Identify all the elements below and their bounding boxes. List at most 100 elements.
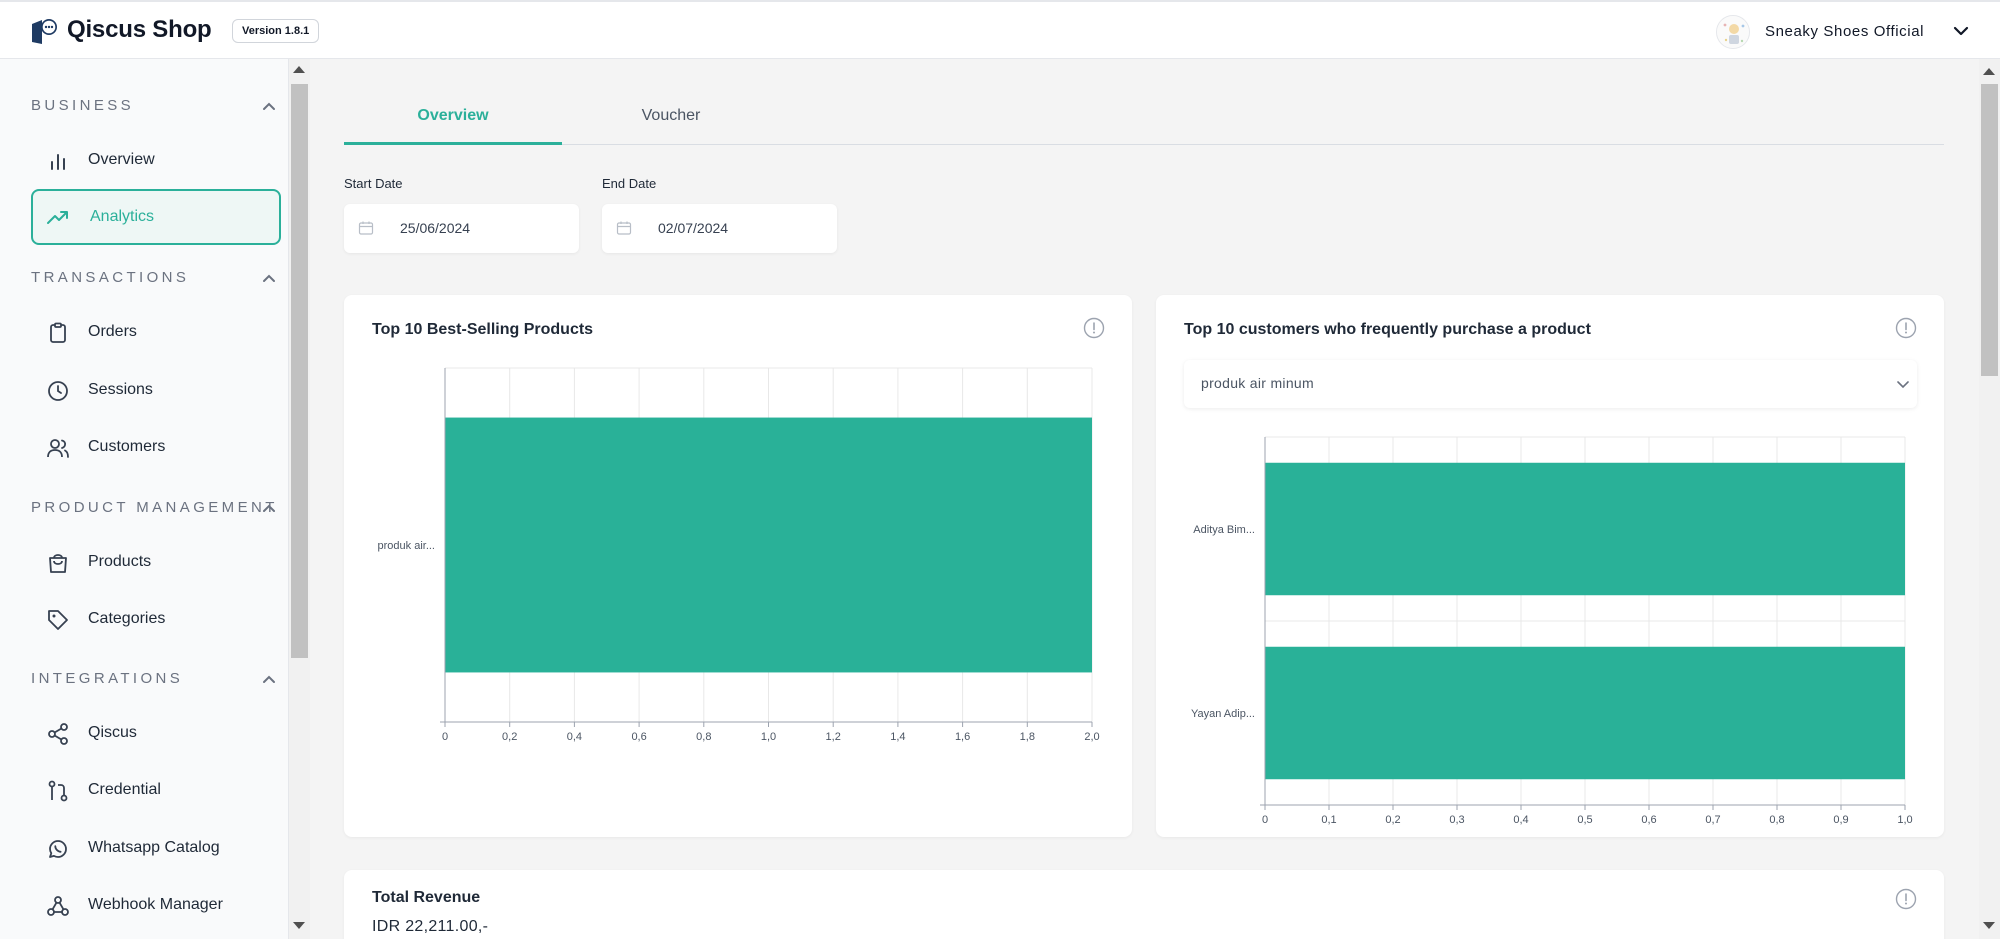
info-icon[interactable] — [1895, 888, 1917, 910]
x-tick-label: 0,4 — [567, 731, 582, 743]
sidebar-item-label: Products — [88, 553, 152, 570]
x-tick-label: 0,2 — [1385, 814, 1400, 826]
tab-overview[interactable]: Overview — [344, 93, 562, 145]
x-tick-label: 1,0 — [1897, 814, 1912, 826]
card-title: Total Revenue — [372, 889, 481, 906]
sidebar-item-label: Analytics — [90, 208, 155, 225]
section-title-product-management: PRODUCT MANAGEMENT — [31, 499, 278, 516]
sidebar-item-sessions[interactable]: Sessions — [31, 362, 281, 418]
x-tick-label: 2,0 — [1084, 731, 1099, 743]
share-icon — [48, 723, 68, 745]
sidebar-item-webhook-manager[interactable]: Webhook Manager — [31, 877, 281, 933]
clipboard-icon — [50, 322, 66, 343]
scrollbar-thumb[interactable] — [291, 84, 308, 658]
end-date-field[interactable]: 02/07/2024 — [602, 204, 837, 253]
tab-bar: Overview Voucher — [344, 93, 1944, 145]
x-tick-label: 1,2 — [826, 731, 841, 743]
sidebar-item-qiscus[interactable]: Qiscus — [31, 705, 281, 761]
sidebar-item-overview[interactable]: Overview — [31, 132, 281, 188]
x-tick-label: 0,5 — [1577, 814, 1592, 826]
sidebar-scrollbar[interactable] — [289, 59, 310, 939]
sidebar-item-label: Whatsapp Catalog — [88, 839, 220, 856]
y-tick-label: Yayan Adip... — [1191, 708, 1255, 720]
x-tick-label: 0,4 — [1513, 814, 1528, 826]
section-title-integrations: INTEGRATIONS — [31, 670, 184, 687]
sidebar-item-label: Categories — [88, 610, 166, 627]
chevron-up-icon[interactable] — [260, 670, 278, 688]
x-tick-label: 0 — [442, 731, 448, 743]
x-tick-label: 0,8 — [1769, 814, 1784, 826]
scroll-up-icon[interactable] — [1983, 68, 1995, 75]
chevron-up-icon[interactable] — [260, 97, 278, 115]
y-tick-label: Aditya Bim... — [1193, 524, 1255, 536]
store-avatar[interactable] — [1716, 15, 1750, 49]
end-date-value: 02/07/2024 — [658, 220, 729, 236]
x-tick-label: 1,0 — [761, 731, 776, 743]
x-tick-label: 1,4 — [890, 731, 905, 743]
scroll-down-icon[interactable] — [293, 922, 305, 929]
sidebar-item-credential[interactable]: Credential — [31, 762, 281, 818]
sidebar-item-label: Customers — [88, 438, 166, 455]
version-badge: Version 1.8.1 — [232, 19, 320, 43]
scrollbar-thumb[interactable] — [1981, 84, 1998, 376]
top-header: Qiscus Shop Version 1.8.1 Sneaky Shoes O… — [0, 0, 2000, 59]
chevron-up-icon[interactable] — [260, 269, 278, 287]
x-tick-label: 0,6 — [631, 731, 646, 743]
tab-voucher[interactable]: Voucher — [562, 93, 780, 145]
scroll-down-icon[interactable] — [1983, 922, 1995, 929]
qiscus-logo-icon — [32, 19, 57, 44]
start-date-label: Start Date — [344, 176, 403, 191]
top-customers-chart: 0 0,1 0,2 0,3 0,4 0,5 0,6 0,7 0,8 0,9 1,0 Aditya Bi… — [1191, 436, 1913, 826]
x-tick-label: 0 — [1262, 814, 1268, 826]
sidebar-item-analytics[interactable]: Analytics — [31, 189, 281, 245]
x-tick-label: 0,9 — [1833, 814, 1848, 826]
start-date-field[interactable]: 25/06/2024 — [344, 204, 579, 253]
bar — [445, 417, 1092, 673]
users-icon — [47, 439, 69, 458]
x-tick-label: 0,3 — [1449, 814, 1464, 826]
git-pull-icon — [48, 780, 68, 802]
section-title-business: BUSINESS — [31, 97, 135, 114]
x-tick-label: 0,7 — [1705, 814, 1720, 826]
x-tick-label: 1,8 — [1020, 731, 1035, 743]
sidebar-item-label: Overview — [88, 151, 155, 168]
app-name: Qiscus Shop — [67, 16, 212, 43]
top-customers-card: Top 10 customers who frequently purchase… — [1156, 295, 1944, 837]
tag-icon — [48, 610, 68, 630]
start-date-value: 25/06/2024 — [400, 220, 471, 236]
best-selling-card: Top 10 Best-Selling Products 0 0,2 0,4 0,6 0… — [344, 295, 1132, 837]
bar-chart-icon — [51, 154, 65, 170]
main-scrollbar[interactable] — [1979, 59, 2000, 939]
sidebar-item-categories[interactable]: Categories — [31, 591, 281, 647]
bar — [1265, 646, 1905, 780]
x-tick-label: 0,6 — [1641, 814, 1656, 826]
sidebar-item-label: Orders — [88, 323, 137, 340]
trending-up-icon — [47, 211, 68, 224]
best-selling-chart: 0 0,2 0,4 0,6 0,8 1,0 1,2 1,4 1,6 1,8 2,0 produk ai… — [378, 367, 1100, 743]
x-tick-label: 0,8 — [696, 731, 711, 743]
shopping-bag-icon — [49, 554, 67, 573]
store-name[interactable]: Sneaky Shoes Official — [1765, 23, 1924, 40]
x-tick-label: 0,1 — [1321, 814, 1336, 826]
total-revenue-card: Total Revenue IDR 22,211.00,- — [344, 870, 1944, 939]
sidebar-item-label: Webhook Manager — [88, 896, 223, 913]
sidebar-item-whatsapp-catalog[interactable]: Whatsapp Catalog — [31, 820, 281, 876]
sidebar-item-label: Credential — [88, 781, 161, 798]
sidebar-item-orders[interactable]: Orders — [31, 304, 281, 360]
section-title-transactions: TRANSACTIONS — [31, 269, 190, 286]
x-tick-label: 1,6 — [955, 731, 970, 743]
sidebar-item-customers[interactable]: Customers — [31, 419, 281, 475]
x-tick-label: 0,2 — [502, 731, 517, 743]
whatsapp-icon — [49, 840, 67, 858]
chevron-up-icon[interactable] — [260, 499, 278, 517]
scroll-up-icon[interactable] — [293, 66, 305, 73]
sidebar-item-label: Sessions — [88, 381, 153, 398]
bar — [1265, 462, 1905, 596]
chevron-down-icon[interactable] — [1951, 21, 1971, 41]
total-revenue-value: IDR 22,211.00,- — [372, 918, 489, 935]
calendar-icon — [358, 221, 374, 235]
sidebar: BUSINESS Overview Analytics TRANSACTIONS… — [0, 59, 289, 939]
end-date-label: End Date — [602, 176, 657, 191]
sidebar-item-products[interactable]: Products — [31, 534, 281, 590]
y-tick-label: produk air... — [378, 540, 435, 552]
